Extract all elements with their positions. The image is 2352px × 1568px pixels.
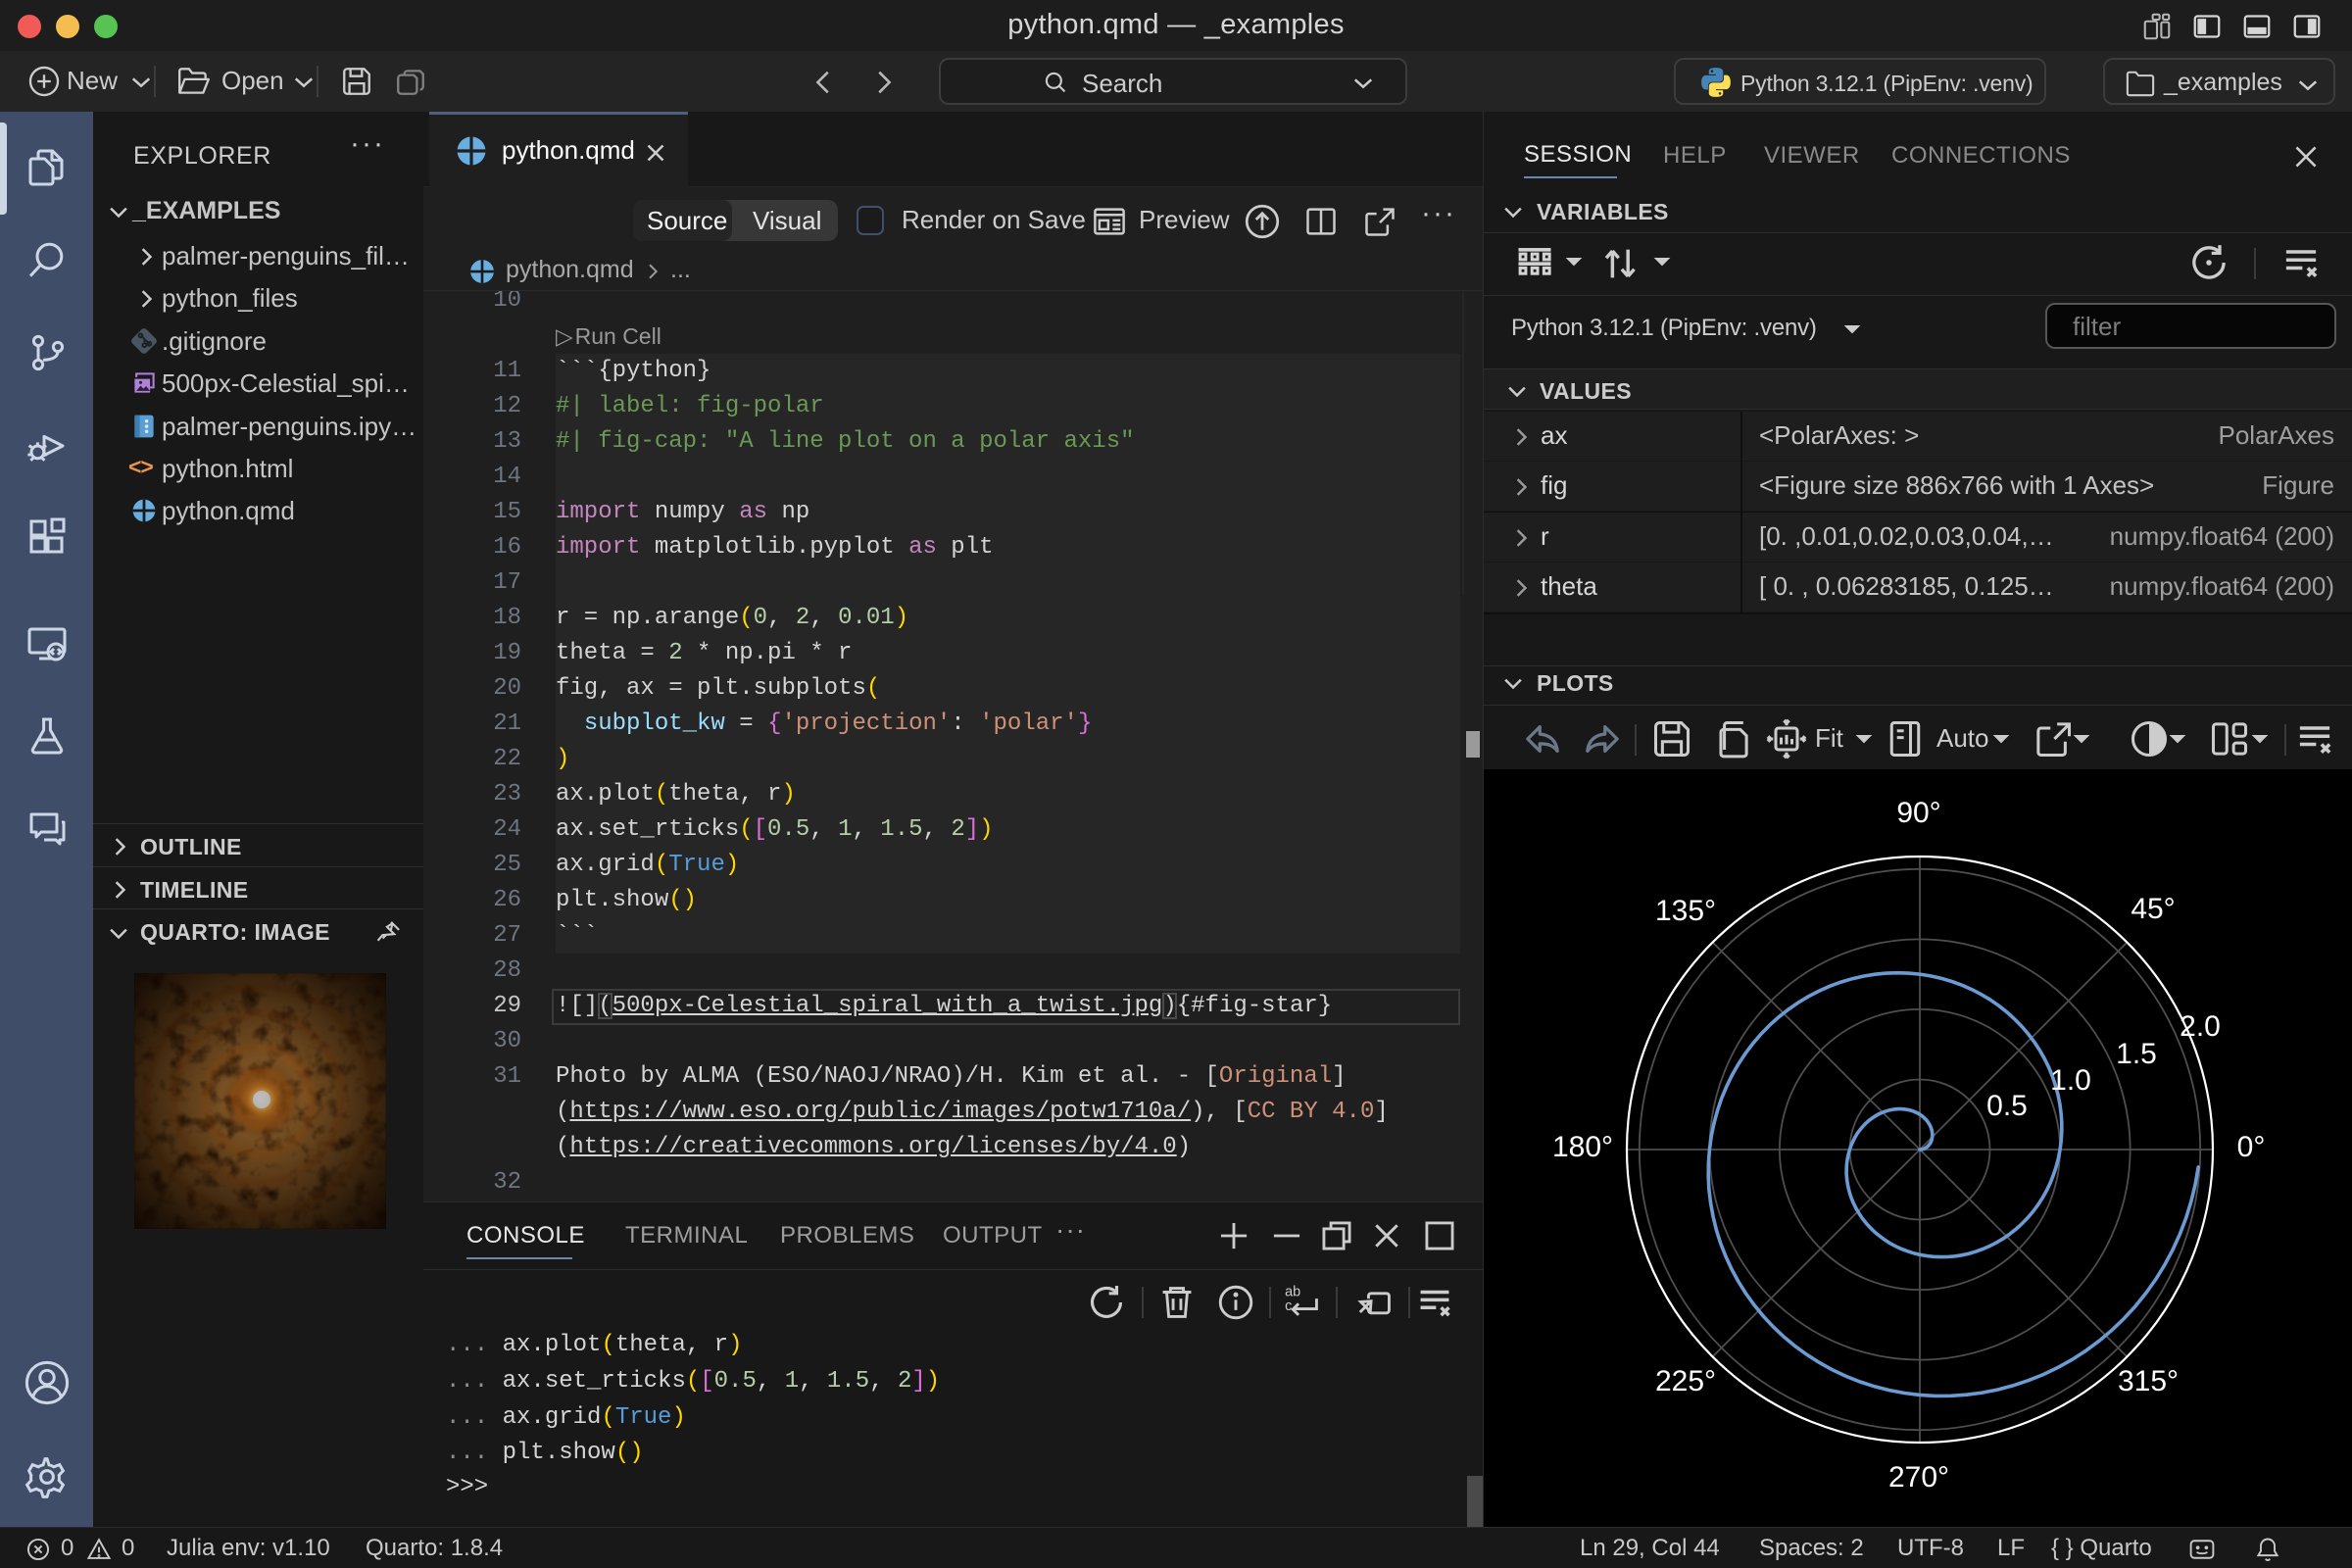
svg-text:c: c: [1285, 1298, 1292, 1314]
svg-text:0.5: 0.5: [1986, 1090, 2028, 1122]
svg-text:2.0: 2.0: [2180, 1010, 2221, 1043]
svg-text:0°: 0°: [2237, 1131, 2266, 1163]
svg-text:225°: 225°: [1655, 1365, 1716, 1397]
svg-text:45°: 45°: [2131, 893, 2175, 925]
svg-text:135°: 135°: [1655, 895, 1716, 927]
svg-text:90°: 90°: [1896, 797, 1940, 829]
svg-text:1.5: 1.5: [2116, 1038, 2157, 1070]
svg-text:315°: 315°: [2118, 1365, 2179, 1397]
svg-text:180°: 180°: [1552, 1131, 1613, 1163]
svg-text:270°: 270°: [1888, 1461, 1949, 1494]
svg-text:1.0: 1.0: [2050, 1064, 2091, 1097]
